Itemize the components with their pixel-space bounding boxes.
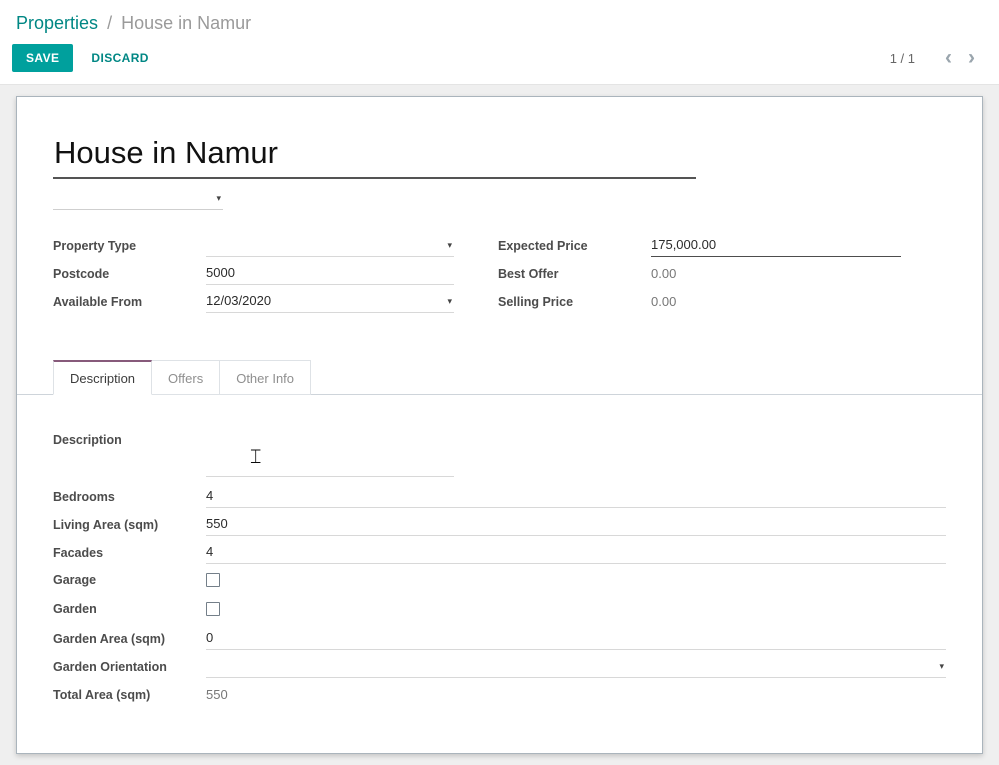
best-offer-label: Best Offer	[498, 267, 651, 285]
discard-button[interactable]: DISCARD	[77, 45, 162, 71]
breadcrumb: Properties / House in Namur	[0, 0, 999, 44]
pager-previous-button[interactable]: ‹	[937, 51, 960, 65]
property-name-input[interactable]	[53, 133, 696, 179]
notebook: Description Offers Other Info Descriptio…	[17, 360, 982, 706]
tags-input[interactable]	[53, 188, 203, 206]
property-type-input[interactable]	[206, 237, 440, 252]
chevron-left-icon: ‹	[945, 46, 952, 69]
postcode-label: Postcode	[53, 267, 206, 285]
tab-description[interactable]: Description	[53, 360, 152, 395]
chevron-right-icon: ›	[968, 46, 975, 69]
bedrooms-field[interactable]	[206, 487, 946, 508]
tab-offers[interactable]: Offers	[152, 360, 220, 395]
chevron-down-icon: ▾	[447, 240, 452, 251]
field-column-right: Expected Price Best Offer 0.00 Selling P…	[498, 236, 901, 320]
field-group-top: Property Type ▾ Postcode Available From	[53, 236, 946, 320]
description-textarea[interactable]	[206, 431, 454, 471]
garden-area-input[interactable]	[206, 630, 946, 645]
bedrooms-input[interactable]	[206, 488, 946, 503]
toolbar: SAVE DISCARD 1 / 1 ‹ ›	[0, 44, 999, 72]
field-row-property-type: Property Type ▾	[53, 236, 454, 257]
tab-content-description: Description ⌶ Bedrooms Living Area (sqm)	[17, 395, 982, 706]
selling-price-value: 0.00	[651, 292, 901, 313]
garden-checkbox-cell	[206, 602, 946, 616]
tags-field[interactable]: ▾	[53, 188, 223, 210]
facades-label: Facades	[53, 546, 206, 564]
tab-other-info[interactable]: Other Info	[220, 360, 311, 395]
facades-field[interactable]	[206, 543, 946, 564]
field-row-garage: Garage	[53, 571, 946, 589]
expected-price-label: Expected Price	[498, 239, 651, 257]
chevron-down-icon: ▾	[216, 193, 221, 204]
field-row-garden-area: Garden Area (sqm)	[53, 629, 946, 650]
living-area-label: Living Area (sqm)	[53, 518, 206, 536]
property-type-label: Property Type	[53, 239, 206, 257]
field-column-left: Property Type ▾ Postcode Available From	[53, 236, 454, 320]
selling-price-label: Selling Price	[498, 295, 651, 313]
field-row-best-offer: Best Offer 0.00	[498, 264, 901, 285]
field-row-living-area: Living Area (sqm)	[53, 515, 946, 536]
expected-price-input[interactable]	[651, 237, 901, 252]
field-row-available-from: Available From ▾	[53, 292, 454, 313]
field-row-description: Description ⌶	[53, 431, 946, 477]
postcode-field[interactable]	[206, 264, 454, 285]
chevron-down-icon: ▾	[939, 661, 944, 672]
living-area-field[interactable]	[206, 515, 946, 536]
garden-checkbox[interactable]	[206, 602, 220, 616]
living-area-input[interactable]	[206, 516, 946, 531]
pager-counter: 1 / 1	[890, 51, 915, 66]
field-row-total-area: Total Area (sqm) 550	[53, 685, 946, 706]
field-row-garden: Garden	[53, 600, 946, 618]
postcode-input[interactable]	[206, 265, 454, 280]
garden-label: Garden	[53, 602, 206, 616]
total-area-value: 550	[206, 685, 946, 706]
save-button[interactable]: SAVE	[12, 44, 73, 72]
garden-orientation-label: Garden Orientation	[53, 660, 206, 678]
available-from-input[interactable]	[206, 293, 440, 308]
description-label: Description	[53, 431, 206, 451]
field-row-postcode: Postcode	[53, 264, 454, 285]
description-field[interactable]: ⌶	[206, 431, 454, 477]
garden-orientation-input[interactable]	[206, 658, 932, 673]
garage-checkbox[interactable]	[206, 573, 220, 587]
control-panel: Properties / House in Namur SAVE DISCARD…	[0, 0, 999, 85]
pager-next-button[interactable]: ›	[960, 51, 983, 65]
garage-checkbox-cell	[206, 573, 946, 587]
best-offer-value: 0.00	[651, 264, 901, 285]
tab-bar: Description Offers Other Info	[17, 360, 982, 395]
available-from-datepicker[interactable]: ▾	[206, 292, 454, 313]
expected-price-field[interactable]	[651, 236, 901, 257]
field-row-facades: Facades	[53, 543, 946, 564]
available-from-label: Available From	[53, 295, 206, 313]
property-type-dropdown[interactable]: ▾	[206, 236, 454, 257]
garage-label: Garage	[53, 573, 206, 587]
chevron-down-icon: ▾	[447, 296, 452, 307]
garden-area-label: Garden Area (sqm)	[53, 632, 206, 650]
breadcrumb-properties-link[interactable]: Properties	[16, 13, 98, 33]
pager: 1 / 1 ‹ ›	[890, 51, 983, 66]
form-view: ▾ Property Type ▾ Postcode	[0, 85, 999, 765]
field-row-garden-orientation: Garden Orientation ▾	[53, 657, 946, 678]
bedrooms-label: Bedrooms	[53, 490, 206, 508]
breadcrumb-separator: /	[103, 13, 116, 33]
form-sheet: ▾ Property Type ▾ Postcode	[16, 96, 983, 754]
garden-orientation-dropdown[interactable]: ▾	[206, 657, 946, 678]
breadcrumb-current-record: House in Namur	[121, 13, 251, 33]
total-area-label: Total Area (sqm)	[53, 688, 206, 706]
field-row-expected-price: Expected Price	[498, 236, 901, 257]
field-row-bedrooms: Bedrooms	[53, 487, 946, 508]
facades-input[interactable]	[206, 544, 946, 559]
garden-area-field[interactable]	[206, 629, 946, 650]
field-row-selling-price: Selling Price 0.00	[498, 292, 901, 313]
